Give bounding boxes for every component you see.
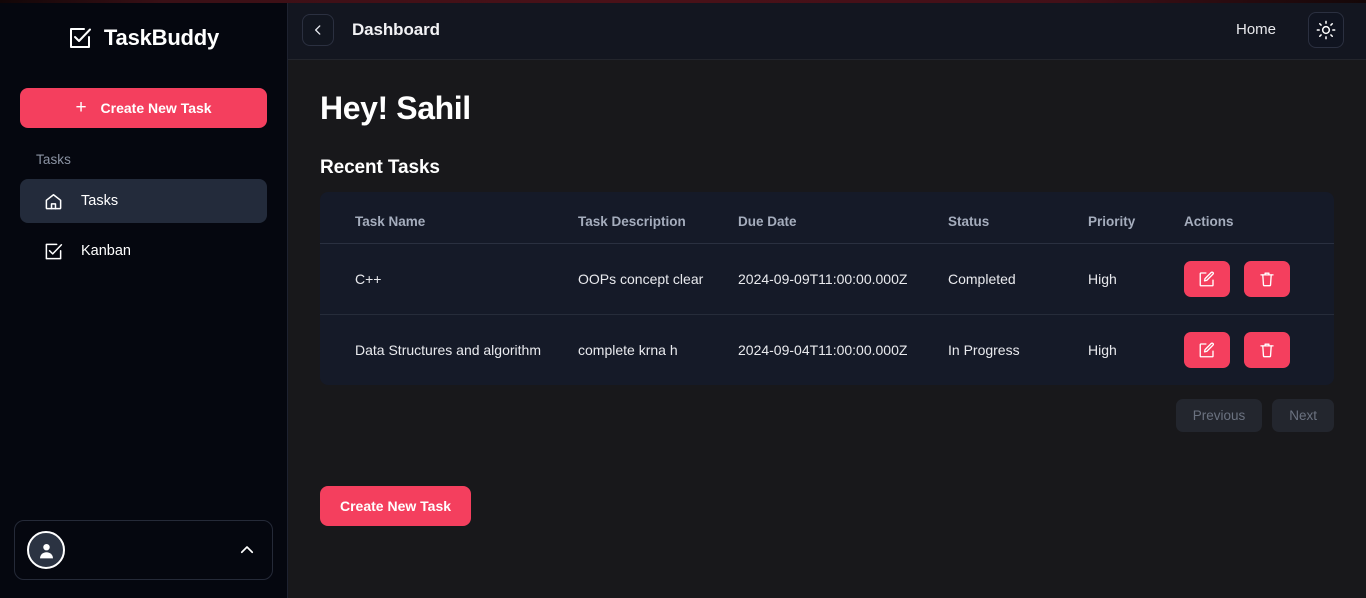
cell-task-description: complete krna h xyxy=(578,342,678,358)
recent-tasks-table: Task Name Task Description Due Date Stat… xyxy=(320,192,1334,385)
edit-icon xyxy=(1198,341,1216,359)
main-area: Dashboard Home Hey! Sahil Recent Tasks T… xyxy=(288,0,1366,598)
sidebar: TaskBuddy + Create New Task Tasks Tasks xyxy=(0,0,288,598)
table-row[interactable]: Data Structures and algorithm complete k… xyxy=(320,315,1334,386)
user-profile-card[interactable] xyxy=(14,520,273,580)
sun-icon xyxy=(1316,20,1336,40)
column-header-task-name: Task Name xyxy=(320,192,578,244)
home-link[interactable]: Home xyxy=(1236,21,1276,38)
sidebar-collapse-button[interactable] xyxy=(302,13,334,46)
previous-page-button[interactable]: Previous xyxy=(1175,399,1263,432)
cell-actions xyxy=(1184,243,1334,315)
checkbox-check-icon xyxy=(68,26,92,50)
cell-due-date: 2024-09-09T11:00:00.000Z xyxy=(738,243,948,315)
brand-name: TaskBuddy xyxy=(103,25,220,50)
create-new-task-button-sidebar[interactable]: + Create New Task xyxy=(20,88,267,128)
cell-task-description: OOPs concept clear xyxy=(578,243,738,315)
table-row[interactable]: C++ OOPs concept clear 2024-09-09T11:00:… xyxy=(320,243,1334,315)
row-action-group xyxy=(1184,261,1334,297)
cell-task-name: C++ xyxy=(320,243,578,315)
column-header-due-date: Due Date xyxy=(738,192,948,244)
table-body: C++ OOPs concept clear 2024-09-09T11:00:… xyxy=(320,243,1334,386)
table-head: Task Name Task Description Due Date Stat… xyxy=(320,192,1334,244)
cell-actions xyxy=(1184,315,1334,386)
sidebar-item-kanban[interactable]: Kanban xyxy=(20,229,267,273)
plus-icon: + xyxy=(75,97,87,118)
greeting-heading: Hey! Sahil xyxy=(320,90,471,126)
theme-toggle-button[interactable] xyxy=(1308,11,1344,48)
column-header-actions: Actions xyxy=(1184,192,1334,244)
cell-status: In Progress xyxy=(948,342,1020,358)
home-icon xyxy=(44,192,63,211)
cell-task-name: Data Structures and algorithm xyxy=(355,342,541,358)
delete-task-button[interactable] xyxy=(1244,332,1290,368)
create-new-task-button-main[interactable]: Create New Task xyxy=(320,486,472,526)
cell-priority: High xyxy=(1088,342,1117,358)
content-area: Hey! Sahil Recent Tasks Task Name Task D… xyxy=(288,60,1366,598)
cell-due-date: 2024-09-04T11:00:00.000Z xyxy=(738,342,908,358)
topbar: Dashboard Home xyxy=(288,0,1366,60)
brand-logo: TaskBuddy xyxy=(0,0,287,72)
column-header-priority: Priority xyxy=(1088,192,1184,244)
pagination-controls: Previous Next xyxy=(320,399,1334,432)
chevron-left-icon xyxy=(311,23,325,37)
table-header-row: Task Name Task Description Due Date Stat… xyxy=(320,192,1334,244)
create-new-task-label: Create New Task xyxy=(100,100,212,116)
sidebar-nav: Tasks Kanban xyxy=(0,179,287,273)
edit-task-button[interactable] xyxy=(1184,261,1230,297)
checkbox-check-icon xyxy=(44,242,63,261)
sidebar-item-label: Tasks xyxy=(81,193,119,209)
user-avatar-icon xyxy=(27,531,65,569)
app-root: TaskBuddy + Create New Task Tasks Tasks xyxy=(0,0,1366,598)
row-action-group xyxy=(1184,332,1334,368)
recent-tasks-table-card: Task Name Task Description Due Date Stat… xyxy=(320,192,1334,385)
edit-icon xyxy=(1198,270,1216,288)
edit-task-button[interactable] xyxy=(1184,332,1230,368)
sidebar-section-label: Tasks xyxy=(36,152,72,167)
chevron-up-icon[interactable] xyxy=(238,541,256,559)
sidebar-item-tasks[interactable]: Tasks xyxy=(20,179,267,223)
sidebar-item-label: Kanban xyxy=(81,243,131,259)
cell-priority: High xyxy=(1088,243,1184,315)
delete-icon xyxy=(1258,270,1276,288)
recent-tasks-title: Recent Tasks xyxy=(320,157,440,178)
next-page-button[interactable]: Next xyxy=(1272,399,1334,432)
delete-icon xyxy=(1258,341,1276,359)
cell-status: Completed xyxy=(948,243,1088,315)
page-title: Dashboard xyxy=(352,19,440,39)
column-header-status: Status xyxy=(948,192,1088,244)
column-header-task-description: Task Description xyxy=(578,192,738,244)
delete-task-button[interactable] xyxy=(1244,261,1290,297)
